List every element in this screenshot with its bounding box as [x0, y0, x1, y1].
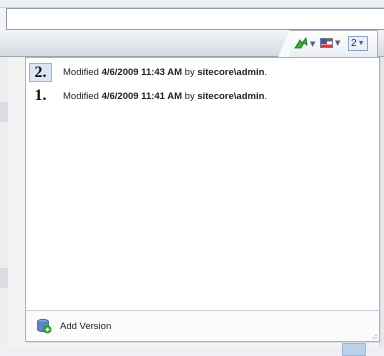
add-version-button[interactable]: Add Version: [26, 310, 379, 341]
left-gutter: [0, 57, 8, 347]
version-item[interactable]: 1. Modified 4/6/2009 11:41 AM by sitecor…: [29, 87, 374, 106]
workflow-dropdown[interactable]: ▼: [294, 37, 315, 50]
scrollbar-stub[interactable]: [342, 343, 366, 356]
gutter-band: [0, 102, 8, 122]
versions-dropdown-panel: 2. Modified 4/6/2009 11:43 AM by sitecor…: [25, 57, 380, 342]
add-version-label: Add Version: [60, 320, 112, 332]
database-add-icon: [37, 318, 52, 334]
workflow-arrow-icon: [294, 37, 308, 49]
chevron-down-icon: ▼: [335, 39, 341, 47]
us-flag-icon: [320, 38, 333, 48]
top-strip: [0, 0, 384, 8]
resize-grip-icon[interactable]: [370, 334, 377, 339]
item-name-field[interactable]: [6, 8, 384, 30]
chevron-down-icon: ▼: [310, 39, 316, 48]
modified-date: 4/6/2009 11:41 AM: [101, 91, 183, 102]
current-version: 2: [351, 38, 357, 49]
language-dropdown[interactable]: ▼: [320, 38, 340, 48]
sentence-end: .: [264, 91, 268, 102]
modified-label: Modified: [63, 91, 99, 102]
tab-slant: [278, 30, 290, 57]
modified-user: sitecore\admin: [197, 67, 265, 78]
version-chip[interactable]: 2 ▼: [348, 36, 368, 51]
bottom-strip: [0, 347, 384, 356]
sentence-end: .: [264, 67, 268, 78]
version-number: 2.: [29, 63, 52, 82]
modified-label: Modified: [63, 67, 99, 78]
modified-date: 4/6/2009 11:43 AM: [101, 67, 183, 78]
by-label: by: [184, 67, 195, 78]
gutter-band: [0, 268, 8, 288]
modified-user: sitecore\admin: [197, 91, 265, 102]
by-label: by: [184, 91, 195, 102]
chevron-down-icon: ▼: [357, 40, 365, 47]
version-number: 1.: [34, 87, 47, 104]
version-item[interactable]: 2. Modified 4/6/2009 11:43 AM by sitecor…: [29, 63, 374, 82]
version-dropdown[interactable]: 2 ▼: [348, 36, 368, 51]
